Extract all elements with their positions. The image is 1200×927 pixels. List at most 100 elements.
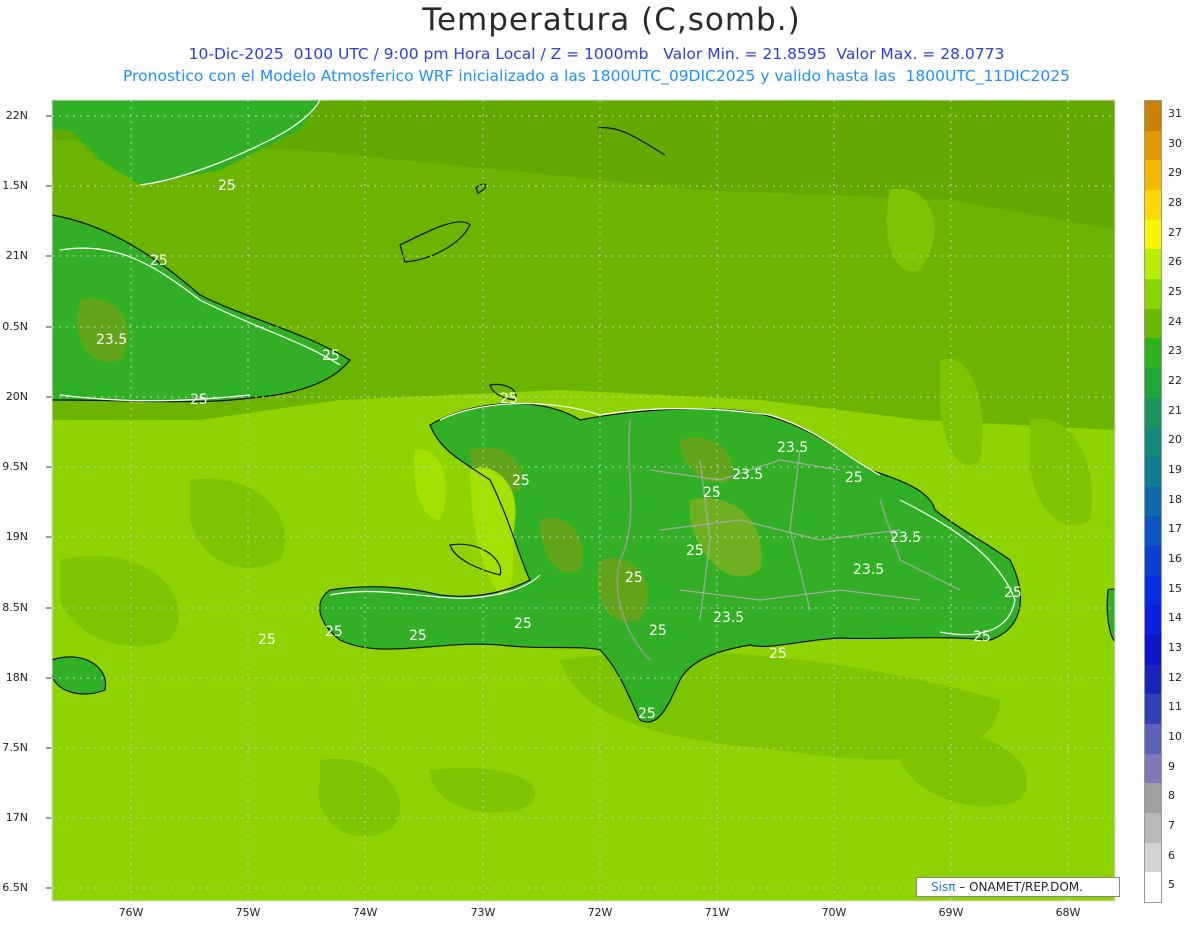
colorbar-label: 20: [1168, 433, 1182, 447]
colorbar-label: 9: [1168, 759, 1175, 773]
contour-label: 25: [769, 646, 787, 662]
colorbar-label: 28: [1168, 195, 1182, 209]
contour-label: 23.5: [853, 562, 884, 578]
colorbar-label: 31: [1168, 106, 1182, 120]
colorbar-label: 12: [1168, 670, 1182, 684]
colorbar-label: 25: [1168, 284, 1182, 298]
colorbar-label: 29: [1168, 166, 1182, 180]
colorbar-label: 23: [1168, 344, 1182, 358]
colorbar-cell: [1145, 842, 1161, 873]
contour-label: 25: [190, 392, 208, 408]
colorbar-cell: [1145, 872, 1161, 903]
lat-label: 18N: [5, 671, 28, 684]
colorbar-cell: [1145, 486, 1161, 517]
colorbar-label: 21: [1168, 403, 1182, 417]
colorbar-cell: [1145, 546, 1161, 576]
colorbar-label: 16: [1168, 551, 1182, 565]
colorbar-cell: [1145, 724, 1161, 754]
contour-label: 23.5: [777, 440, 808, 456]
lat-label: 22N: [5, 109, 28, 122]
colorbar-cell: [1145, 635, 1161, 665]
colorbar-label: 7: [1168, 818, 1175, 832]
colorbar-label: 27: [1168, 225, 1182, 239]
colorbar-label: 11: [1168, 700, 1182, 714]
lon-label: 68W: [1055, 906, 1081, 919]
contour-label: 25: [638, 706, 656, 722]
contour-label: 25: [258, 632, 276, 648]
contour-label: 25: [409, 628, 427, 644]
lat-label: 20N: [5, 390, 28, 403]
contour-label: 25: [512, 473, 530, 489]
colorbar-cell: [1145, 368, 1161, 398]
lon-label: 74W: [352, 906, 378, 919]
contour-label: 25: [973, 629, 991, 645]
contour-label: 25: [686, 543, 704, 559]
colorbar-cell: [1145, 783, 1161, 814]
colorbar-label: 5: [1168, 878, 1175, 892]
lon-label: 72W: [587, 906, 613, 919]
colorbar-cell: [1145, 427, 1161, 458]
colorbar-label: 18: [1168, 492, 1182, 506]
contour-label: 23.5: [713, 610, 744, 626]
contour-label: 25: [322, 348, 340, 364]
colorbar-label: 6: [1168, 848, 1175, 862]
contour-label: 25: [625, 570, 643, 586]
colorbar-cell: [1145, 279, 1161, 309]
colorbar-label: 26: [1168, 255, 1182, 269]
contour-label: 23.5: [732, 467, 763, 483]
colorbar-label: 24: [1168, 314, 1182, 328]
contour-label: 23.5: [96, 332, 127, 348]
lat-label: 6.5N: [2, 881, 28, 894]
colorbar-cell: [1145, 457, 1161, 487]
colorbar-label: 22: [1168, 373, 1182, 387]
colorbar-cell: [1145, 813, 1161, 843]
colorbar-cell: [1145, 575, 1161, 606]
colorbar: [1144, 100, 1162, 903]
colorbar-label: 8: [1168, 789, 1175, 803]
lat-label: 9.5N: [2, 460, 28, 473]
lat-label: 8.5N: [2, 601, 28, 614]
lon-label: 70W: [821, 906, 847, 919]
colorbar-cell: [1145, 130, 1161, 161]
colorbar-cell: [1145, 516, 1161, 547]
colorbar-cell: [1145, 308, 1161, 339]
colorbar-label: 15: [1168, 581, 1182, 595]
contour-label: 25: [325, 624, 343, 640]
colorbar-cell: [1145, 753, 1161, 784]
contour-label: 25: [703, 485, 721, 501]
credit-box: Sisπ – ONAMET/REP.DOM.: [916, 877, 1120, 897]
lat-label: 17N: [5, 811, 28, 824]
colorbar-label: 14: [1168, 611, 1182, 625]
colorbar-cell: [1145, 160, 1161, 191]
subtitle-date-values: 10-Dic-2025 0100 UTC / 9:00 pm Hora Loca…: [188, 45, 1005, 63]
colorbar-cell: [1145, 694, 1161, 725]
colorbar-cell: [1145, 219, 1161, 250]
contour-label: 25: [514, 616, 532, 632]
colorbar-cell: [1145, 249, 1161, 280]
lat-label: 7.5N: [2, 741, 28, 754]
lon-label: 71W: [704, 906, 730, 919]
colorbar-cell: [1145, 338, 1161, 369]
lat-label: 0.5N: [2, 320, 28, 333]
lat-label: 21N: [5, 249, 28, 262]
colorbar-label: 19: [1168, 462, 1182, 476]
colorbar-cell: [1145, 397, 1161, 428]
colorbar-cell: [1145, 101, 1161, 131]
contour-label: 25: [845, 470, 863, 486]
contour-label: 25: [500, 391, 518, 407]
contour-label: 25: [649, 623, 667, 639]
contour-label: 25: [218, 178, 236, 194]
forecast-map: 25 25 23.5 25 25 25 25 23.5 23.5 25 25 2…: [46, 99, 1116, 902]
colorbar-label: 13: [1168, 640, 1182, 654]
colorbar-cell: [1145, 190, 1161, 220]
colorbar-cell: [1145, 605, 1161, 636]
subtitle-model-info: Pronostico con el Modelo Atmosferico WRF…: [123, 67, 1070, 85]
brand-label: Sisπ: [931, 880, 956, 894]
chart-title: Temperatura (C,somb.): [422, 2, 801, 38]
credit-text: – ONAMET/REP.DOM.: [955, 880, 1083, 894]
lon-label: 73W: [470, 906, 496, 919]
lat-label: 1.5N: [2, 179, 28, 192]
colorbar-label: 17: [1168, 522, 1182, 536]
lon-label: 76W: [118, 906, 144, 919]
map-field: [52, 100, 1115, 901]
